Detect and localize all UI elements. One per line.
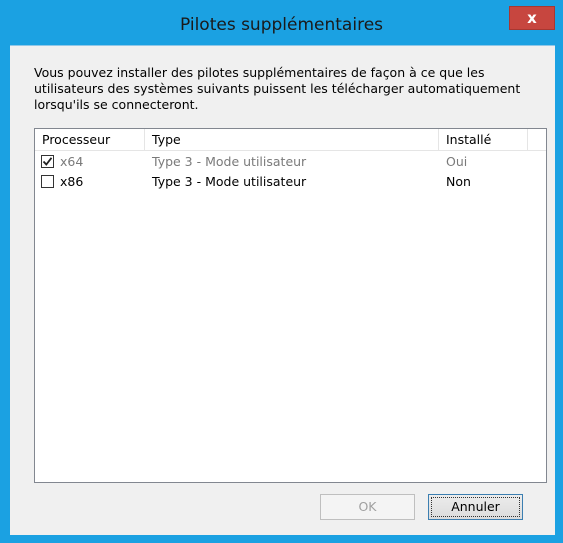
- installed-label: Non: [446, 174, 471, 189]
- column-header-processor[interactable]: Processeur: [35, 129, 145, 150]
- column-header-label: Installé: [446, 132, 492, 147]
- description-text: Vous pouvez installer des pilotes supplé…: [34, 65, 521, 112]
- checkbox-x86[interactable]: [41, 175, 54, 188]
- ok-button[interactable]: OK: [320, 494, 415, 520]
- checkmark-icon: [42, 157, 53, 166]
- column-header-type[interactable]: Type: [145, 129, 439, 150]
- drivers-list[interactable]: Processeur Type Installé x64 Type 3 - Mo…: [34, 128, 547, 483]
- title-bar[interactable]: Pilotes supplémentaires x: [0, 0, 563, 45]
- column-header-installed[interactable]: Installé: [439, 129, 528, 150]
- column-header-label: Type: [152, 132, 181, 147]
- processor-label: x64: [60, 154, 84, 169]
- dialog-title: Pilotes supplémentaires: [179, 15, 384, 35]
- focus-rectangle: [431, 497, 520, 517]
- list-item-x64[interactable]: x64 Type 3 - Mode utilisateur Oui: [35, 152, 546, 172]
- installed-label: Oui: [446, 154, 468, 169]
- type-label: Type 3 - Mode utilisateur: [152, 154, 307, 169]
- dialog-window: Pilotes supplémentaires x Vous pouvez in…: [0, 0, 563, 543]
- close-button[interactable]: x: [509, 6, 555, 30]
- dialog-body: Vous pouvez installer des pilotes supplé…: [10, 45, 555, 535]
- checkbox-x64[interactable]: [41, 155, 54, 168]
- processor-label: x86: [60, 174, 84, 189]
- type-label: Type 3 - Mode utilisateur: [152, 174, 307, 189]
- close-icon: x: [527, 9, 537, 27]
- cancel-button[interactable]: Annuler: [428, 494, 523, 520]
- list-item-x86[interactable]: x86 Type 3 - Mode utilisateur Non: [35, 172, 546, 192]
- column-header-label: Processeur: [42, 132, 111, 147]
- list-header: Processeur Type Installé: [35, 129, 546, 151]
